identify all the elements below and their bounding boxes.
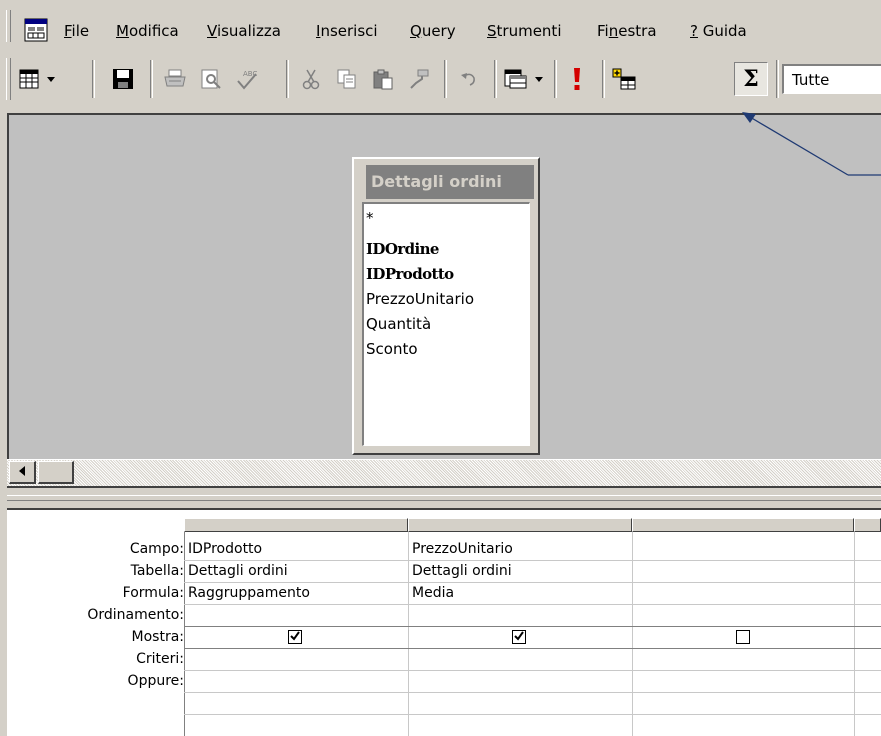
row-label-criteri: Criteri: <box>136 651 184 667</box>
grid-row-line <box>184 560 881 561</box>
pane-splitter[interactable] <box>7 486 881 510</box>
grid-border <box>184 532 185 736</box>
field-list-item[interactable]: Quantità <box>366 314 431 334</box>
field-list-item[interactable]: * <box>366 208 374 228</box>
horizontal-scrollbar[interactable] <box>7 459 881 486</box>
row-label-formula: Formula: <box>122 585 184 601</box>
row-label-tabella: Tabella: <box>130 563 184 579</box>
grid-row-line <box>184 626 881 627</box>
grid-row-line <box>184 648 881 649</box>
grid-border <box>632 532 633 736</box>
formula-cell[interactable]: Raggruppamento <box>188 584 310 602</box>
grid-border <box>408 532 409 736</box>
field-list-item-key[interactable]: IDOrdine <box>366 239 439 259</box>
column-selector[interactable] <box>184 518 408 532</box>
mostra-checkbox[interactable] <box>512 630 526 644</box>
row-label-oppure: Oppure: <box>127 673 184 689</box>
row-label-ordinamento: Ordinamento: <box>87 607 184 623</box>
grid-row-line <box>184 692 881 693</box>
column-selector[interactable] <box>632 518 854 532</box>
column-selector[interactable] <box>854 518 881 532</box>
scrollbar-thumb[interactable] <box>38 461 74 484</box>
checkmark-icon <box>290 629 300 645</box>
campo-cell[interactable]: PrezzoUnitario <box>412 540 513 558</box>
mostra-checkbox[interactable] <box>288 630 302 644</box>
annotation-arrow <box>742 112 881 176</box>
field-list-item[interactable]: Sconto <box>366 339 418 359</box>
tabella-cell[interactable]: Dettagli ordini <box>188 562 288 580</box>
field-list-item[interactable]: PrezzoUnitario <box>366 289 474 309</box>
tabella-cell[interactable]: Dettagli ordini <box>412 562 512 580</box>
column-selector[interactable] <box>408 518 632 532</box>
checkmark-icon <box>514 629 524 645</box>
scroll-left-icon <box>18 464 26 480</box>
row-label-mostra: Mostra: <box>131 629 184 645</box>
grid-row-line <box>184 714 881 715</box>
grid-border <box>854 532 855 736</box>
row-label-campo: Campo: <box>129 541 184 557</box>
grid-row-line <box>184 582 881 583</box>
campo-cell[interactable]: IDProdotto <box>188 540 262 558</box>
mostra-checkbox[interactable] <box>736 630 750 644</box>
grid-row-line <box>184 670 881 671</box>
formula-cell[interactable]: Media <box>412 584 454 602</box>
field-list-item-key[interactable]: IDProdotto <box>366 264 454 284</box>
grid-row-line <box>184 604 881 605</box>
scroll-left-button[interactable] <box>9 461 36 484</box>
